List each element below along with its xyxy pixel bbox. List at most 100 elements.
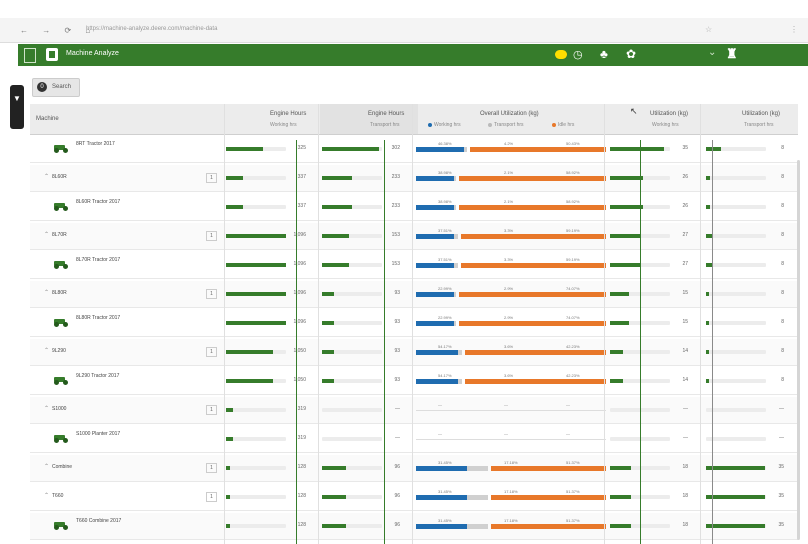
idle-pct: 74.07% (566, 286, 580, 291)
clock-icon[interactable]: ◷ (573, 48, 583, 61)
utilization-a-value: 14 (682, 377, 688, 383)
hamburger-menu-icon[interactable] (24, 48, 36, 63)
engine-hours-bar (226, 350, 286, 354)
collapse-chevron-icon[interactable]: ⌃ (44, 405, 49, 412)
collapse-chevron-icon[interactable]: ⌃ (44, 173, 49, 180)
table-header: Machine Engine Hours Working hrs Engine … (30, 104, 798, 135)
table-group-row[interactable]: ⌃ 8L80R 1 1,096 93 22.99% 2.9% 74.07% 15 8 (30, 281, 798, 308)
utilization-a-value: 18 (682, 522, 688, 528)
transport-pct: 3.3% (504, 257, 514, 262)
browser-nav-buttons[interactable]: ← → ⟳ ⌂ (20, 26, 96, 35)
col-machine[interactable]: Machine (36, 116, 59, 122)
table-row[interactable]: 9L290 Tractor 2017 1,050 93 54.17% 3.6% 42.23… (30, 368, 798, 395)
working-pct: 31.45% (438, 518, 452, 523)
column-separator (318, 104, 319, 544)
average-reference-line (384, 140, 385, 544)
utilization-b-value: — (779, 435, 784, 441)
settings-icon[interactable]: ✿ (626, 47, 636, 61)
idle-segment (458, 321, 606, 326)
machine-name[interactable]: 8L60R Tractor 2017 (76, 199, 120, 205)
tractor-icon (54, 144, 70, 153)
table-row[interactable]: 8L70R Tractor 2017 1,096 153 37.51% 3.3% 59.1… (30, 252, 798, 279)
machine-name[interactable]: T660 Combine 2017 (76, 518, 121, 524)
table-row[interactable]: 8L60R Tractor 2017 337 233 38.98% 2.1% 58.92%… (30, 194, 798, 221)
group-name[interactable]: 8L80R (52, 290, 67, 296)
bell-icon[interactable]: ♣ (600, 47, 608, 61)
idle-segment (458, 292, 606, 297)
table-row[interactable]: T660 Combine 2017 128 96 31.45% 17.18% 51.37%… (30, 513, 798, 540)
collapse-chevron-icon[interactable]: ⌃ (44, 463, 49, 470)
engine-hours-2-bar (322, 234, 382, 238)
col-engine-hours[interactable]: Engine Hours (270, 111, 306, 117)
help-badge-icon[interactable] (555, 50, 567, 59)
engine-hours-value: 1,096 (293, 261, 306, 267)
utilization-b-value: 8 (781, 319, 784, 325)
table-group-row[interactable]: ⌃ S1000 1 319— — — — — — (30, 397, 798, 424)
utilization-b-value: 8 (781, 232, 784, 238)
utilization-a-value: 27 (682, 261, 688, 267)
engine-hours-value: 337 (297, 174, 306, 180)
group-name[interactable]: 8L70R (52, 232, 67, 238)
machine-name[interactable]: 8L80R Tractor 2017 (76, 315, 120, 321)
address-bar[interactable]: https://machine-analyze.deere.com/machin… (86, 26, 217, 32)
table-group-row[interactable]: ⌃ 8L60R 1 337 233 38.98% 2.1% 58.92% 26 8 (30, 165, 798, 192)
collapse-chevron-icon[interactable]: ⌃ (44, 492, 49, 499)
chevron-icon[interactable]: ⌄ (708, 47, 716, 58)
utilization-b-bar (706, 321, 766, 325)
machine-name[interactable]: 9L290 Tractor 2017 (76, 373, 119, 379)
mouse-cursor-icon: ↖ (630, 106, 638, 116)
collapse-chevron-icon[interactable]: ⌃ (44, 347, 49, 354)
machine-name[interactable]: 8L70R Tractor 2017 (76, 257, 120, 263)
engine-hours-bar (226, 437, 286, 441)
col-overall-utilization[interactable]: Overall Utilization (kg) (480, 111, 539, 117)
search-filter-button[interactable]: 0 Search (32, 78, 80, 97)
average-reference-line (296, 140, 297, 544)
utilization-b-bar (706, 437, 766, 441)
bookmark-star-icon[interactable]: ☆ (705, 25, 712, 34)
transport-pct: 2.1% (504, 199, 514, 204)
idle-pct: 51.37% (566, 518, 580, 523)
tractor-icon (54, 318, 70, 327)
machine-name[interactable]: S1000 Planter 2017 (76, 431, 120, 437)
tractor-icon (54, 521, 70, 530)
machine-name[interactable]: 8RT Tractor 2017 (76, 141, 115, 147)
group-name[interactable]: 9L290 (52, 348, 66, 354)
transport-segment (454, 234, 458, 239)
transport-pct: 17.18% (504, 489, 518, 494)
user-icon[interactable]: ♜ (726, 46, 738, 62)
group-name[interactable]: T660 (52, 493, 63, 499)
collapse-chevron-icon[interactable]: ⌃ (44, 231, 49, 238)
browser-menu-icon[interactable]: ⋮ (790, 25, 798, 34)
col-engine-hours-2[interactable]: Engine Hours (368, 111, 404, 117)
table-group-row[interactable]: ⌃ 9L290 1 1,050 93 54.17% 3.6% 42.23% 14 8 (30, 339, 798, 366)
working-pct: 37.51% (438, 228, 452, 233)
transport-pct: 2.9% (504, 286, 514, 291)
collapse-chevron-icon[interactable]: ⌃ (44, 289, 49, 296)
col-utilization-b[interactable]: Utilization (kg) (742, 111, 780, 117)
vertical-scrollbar[interactable] (797, 160, 800, 540)
table-row[interactable]: 8RT Tractor 2017 325 302 46.38% 4.2% 50.43% 35… (30, 136, 798, 163)
engine-hours-2-bar (322, 379, 382, 383)
table-group-row[interactable]: ⌃ 8L70R 1 1,096 153 37.51% 3.3% 59.19% 27 8 (30, 223, 798, 250)
engine-hours-value: 128 (297, 464, 306, 470)
engine-hours-value: 128 (297, 493, 306, 499)
idle-pct: 59.19% (566, 257, 580, 262)
col-utilization-a-sub: Working hrs (652, 122, 679, 128)
engine-hours-2-bar (322, 524, 382, 528)
table-row[interactable]: S1000 Planter 2017 319— — — — — — (30, 426, 798, 453)
group-name[interactable]: 8L60R (52, 174, 67, 180)
col-utilization-a[interactable]: Utilization (kg) (650, 111, 688, 117)
engine-hours-value: 319 (297, 435, 306, 441)
side-panel-toggle[interactable]: ▼ (10, 85, 24, 129)
transport-segment (454, 176, 456, 181)
table-group-row[interactable]: ⌃ T660 1 128 96 31.45% 17.18% 51.37% 18 35 (30, 484, 798, 511)
engine-hours-value: 1,050 (293, 348, 306, 354)
group-count-badge: 1 (206, 463, 217, 473)
table-group-row[interactable]: ⌃ Combine 1 128 96 31.45% 17.18% 51.37% 18 35 (30, 455, 798, 482)
working-pct: 31.45% (438, 489, 452, 494)
table-row[interactable]: 8L80R Tractor 2017 1,096 93 22.99% 2.9% 74.07… (30, 310, 798, 337)
group-name[interactable]: Combine (52, 464, 72, 470)
group-name[interactable]: S1000 (52, 406, 66, 412)
group-count-badge: 1 (206, 231, 217, 241)
transport-pct: — (504, 402, 508, 407)
